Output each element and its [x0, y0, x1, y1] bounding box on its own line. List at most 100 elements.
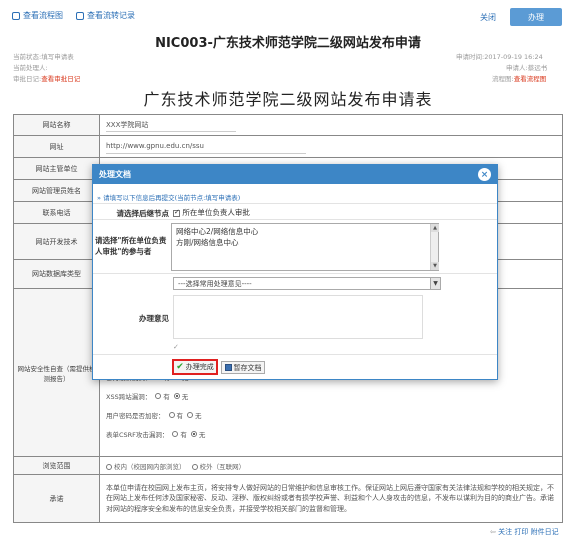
participants-listbox[interactable]: 网络中心2/网络信息中心 方刚/网络信息中心 ▲ ▼ [171, 223, 439, 271]
save-draft-button-label: 暂存文档 [233, 363, 262, 372]
view-flow-records-label: 查看流转记录 [87, 11, 135, 20]
scope-label: 浏览范围 [13, 456, 100, 475]
host-unit-label: 网站主管单位 [13, 157, 100, 180]
audit-log-label: 审批日记: [13, 75, 42, 83]
radio-no-label: 无 [181, 392, 189, 401]
security-label: 网站安全性自查（需提供检测报告） [13, 288, 100, 457]
security-item-label: XSS跨站漏洞： [106, 392, 152, 401]
top-bar: 查看流程图 查看流转记录 关闭 办理 [0, 0, 576, 30]
flowchart-info: 流程图:查看流程图 [492, 73, 546, 83]
dialog-close-icon[interactable]: × [478, 168, 491, 181]
dialog-header: 处理文档 × [93, 165, 497, 184]
current-status: 当前状态:填写申请表 [13, 53, 74, 61]
current-handler: 当前处理人: [13, 64, 48, 72]
close-button[interactable]: 关闭 [480, 12, 496, 23]
radio-yes[interactable] [172, 430, 179, 437]
page-title: NIC003-广东技术师范学院二级网站发布申请 [155, 36, 421, 51]
process-document-dialog: 处理文档 × » 请填写以下信息后再提交(当前节点:填写申请表) 请选择后继节点… [92, 164, 498, 380]
radio-no[interactable] [190, 430, 197, 437]
flowchart-icon [12, 11, 20, 20]
site-name-label: 网站名称 [13, 114, 100, 136]
table-row: 网站名称 XXX学院网站 [13, 114, 563, 136]
view-flow-records-link[interactable]: 查看流转记录 [76, 10, 135, 21]
audit-log-link[interactable]: 查看审批日记 [41, 75, 80, 83]
next-node-checkbox[interactable] [173, 208, 180, 217]
dialog-title: 处理文档 [99, 170, 131, 179]
view-process-label: 查看流程图 [23, 11, 63, 20]
radio-yes-label: 有 [180, 430, 187, 439]
participants-scrollbar[interactable]: ▲ ▼ [430, 224, 439, 270]
site-name-input[interactable]: XXX学院网站 [106, 118, 236, 132]
url-cell: http://www.gpnu.edu.cn/ssu [99, 135, 563, 158]
collapse-chevron-icon[interactable]: » [97, 194, 101, 202]
common-opinion-value: ---选择常用处理意见---- [178, 279, 252, 288]
site-name-cell: XXX学院网站 [99, 114, 563, 136]
radio-no[interactable] [173, 392, 180, 399]
scroll-down-icon[interactable]: ▼ [431, 262, 439, 270]
scope-external-label: 校外（互联网） [199, 462, 246, 471]
complete-button-label: 办理完成 [185, 363, 214, 371]
radio-yes[interactable] [168, 411, 175, 418]
promise-label: 承诺 [13, 474, 100, 523]
radio-no[interactable] [187, 411, 193, 418]
opinion-label: 办理意见 [139, 314, 169, 323]
view-process-link[interactable]: 查看流程图 [12, 10, 63, 21]
records-icon [76, 11, 84, 20]
url-input[interactable]: http://www.gpnu.edu.cn/ssu [106, 140, 306, 154]
dialog-hint-text: 请填写以下信息后再提交(当前节点:填写申请表) [103, 194, 241, 202]
security-item: 表单CSRF攻击漏洞： 有 无 [106, 424, 556, 443]
security-item: XSS跨站漏洞： 有 无 [106, 386, 556, 405]
checkmark-icon: ✓ [173, 343, 179, 351]
url-label: 网址 [13, 135, 100, 158]
opinion-textarea[interactable] [173, 295, 423, 339]
scope-internal-label: 校内（校园网内部浏览） [114, 462, 186, 471]
dev-tech-label: 网站开发技术 [13, 223, 100, 260]
table-row: 网址 http://www.gpnu.edu.cn/ssu [13, 135, 563, 158]
phone-label: 联系电话 [13, 201, 100, 224]
next-node-option[interactable]: 所在单位负责人审批 [173, 207, 250, 218]
chevron-down-icon[interactable]: ▼ [430, 278, 440, 289]
radio-yes-label: 有 [176, 411, 184, 420]
follow-icon: ⇦ [490, 528, 496, 536]
scope-radio-internal[interactable] [106, 463, 112, 470]
common-opinion-select[interactable]: ---选择常用处理意见---- ▼ [173, 277, 441, 290]
save-icon [224, 364, 232, 371]
radio-no-label: 无 [198, 430, 206, 439]
follow-link[interactable]: 关注 [498, 528, 512, 536]
dialog-hint: » 请填写以下信息后再提交(当前节点:填写申请表) [97, 192, 240, 202]
scope-cell: 校内（校园网内部浏览） 校外（互联网） [99, 456, 563, 475]
form-title: 广东技术师范学院二级网站发布申请表 [143, 90, 433, 109]
applicant: 申请人:蔡远书 [506, 64, 548, 72]
divider [93, 203, 497, 204]
admin-name-label: 网站管理员姓名 [13, 179, 100, 202]
audit-log: 审批日记:查看审批日记 [13, 73, 80, 83]
apply-time: 申请时间:2017-09-19 16:24 [456, 53, 543, 61]
radio-no-label: 无 [195, 411, 202, 420]
security-item-label: 用户密码是否加密： [106, 411, 165, 420]
process-button[interactable]: 办理 [510, 8, 562, 26]
next-node-label: 请选择后继节点 [116, 209, 170, 218]
flowchart-label: 流程图: [492, 75, 514, 83]
promise-text: 本单位申请在校园网上发布主页，将安排专人做好网站的日常维护和信息审核工作。保证网… [99, 474, 563, 523]
table-row: 浏览范围 校内（校园网内部浏览） 校外（互联网） [13, 456, 563, 475]
scroll-up-icon[interactable]: ▲ [431, 224, 439, 232]
db-type-label: 网站数据库类型 [13, 259, 100, 289]
check-icon: ✔ [176, 362, 184, 372]
table-row: 承诺 本单位申请在校园网上发布主页，将安排专人做好网站的日常维护和信息审核工作。… [13, 474, 563, 523]
participant-item[interactable]: 方刚/网络信息中心 [176, 237, 434, 248]
participant-item[interactable]: 网络中心2/网络信息中心 [176, 226, 434, 237]
participants-label: 请选择"所在单位负责人审批"的参与者 [95, 236, 167, 256]
save-draft-button[interactable]: 暂存文档 [221, 361, 265, 374]
radio-yes[interactable] [155, 392, 162, 399]
divider [93, 354, 497, 355]
next-node-option-label: 所在单位负责人审批 [182, 208, 250, 217]
print-link[interactable]: 打印 [514, 528, 528, 536]
complete-button[interactable]: ✔ 办理完成 [172, 359, 218, 375]
radio-yes-label: 有 [163, 392, 170, 401]
security-item: 用户密码是否加密： 有 无 [106, 405, 556, 424]
scope-radio-external[interactable] [191, 463, 198, 470]
flowchart-link[interactable]: 查看流程图 [514, 75, 547, 83]
divider [93, 273, 497, 274]
security-item-label: 表单CSRF攻击漏洞： [106, 430, 169, 439]
attachments-link[interactable]: 附件日记 [531, 528, 559, 536]
